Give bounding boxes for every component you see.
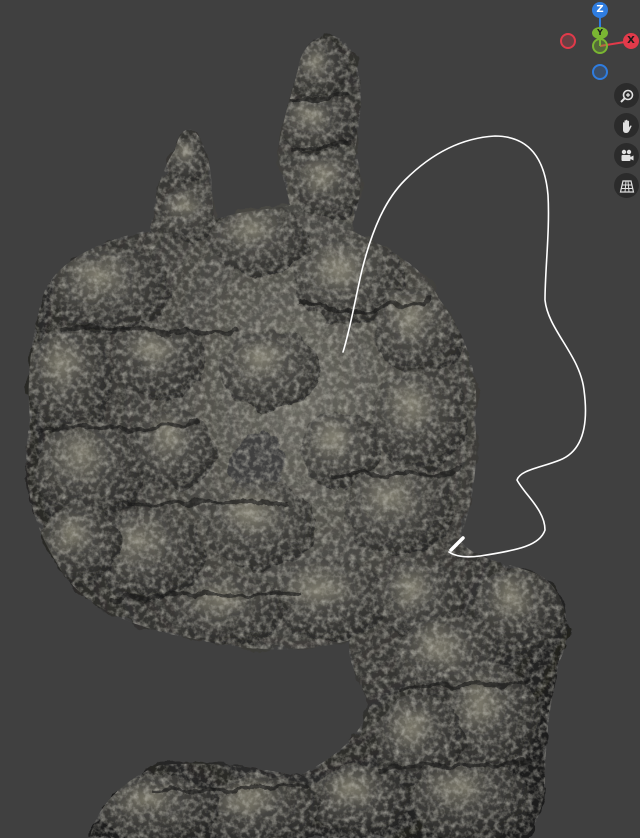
zoom-icon xyxy=(619,89,633,103)
x-axis-ball[interactable]: X xyxy=(623,33,639,49)
camera-icon xyxy=(621,149,633,161)
rock-scene xyxy=(26,35,587,838)
3d-viewport[interactable]: Z X Y xyxy=(0,0,640,838)
pan-button[interactable] xyxy=(614,113,639,138)
navigation-gizmo[interactable]: Z X Y xyxy=(556,0,640,84)
camera-view-button[interactable] xyxy=(614,143,639,168)
neg-y-axis-ball[interactable] xyxy=(592,38,608,54)
z-axis-ball[interactable]: Z xyxy=(592,2,608,18)
neg-x-axis-ball[interactable] xyxy=(560,33,576,49)
perspective-grid-icon xyxy=(619,179,634,193)
zoom-button[interactable] xyxy=(614,83,639,108)
rock-lumps xyxy=(26,35,568,838)
viewport-nav-tools xyxy=(614,83,640,203)
perspective-toggle-button[interactable] xyxy=(614,173,639,198)
neg-z-axis-ball[interactable] xyxy=(592,64,608,80)
hand-pan-icon xyxy=(622,119,632,133)
